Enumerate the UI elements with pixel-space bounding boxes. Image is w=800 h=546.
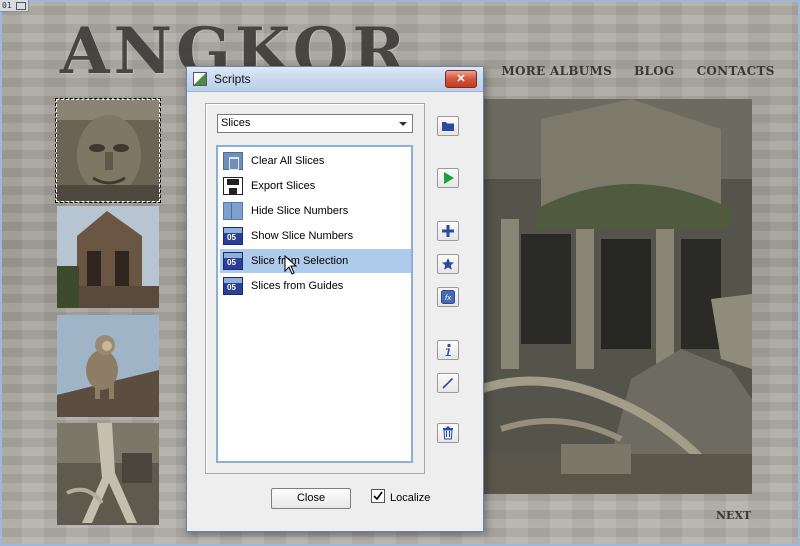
next-link[interactable]: NEXT — [716, 509, 751, 522]
list-item-show-slice-numbers[interactable]: 05 Show Slice Numbers — [220, 224, 411, 248]
list-item-label: Hide Slice Numbers — [251, 205, 349, 217]
main-photo-ruins — [481, 99, 752, 494]
site-navigation: E MORE ALBUMS BLOG CONTACTS — [470, 64, 775, 78]
window-close-button[interactable]: ✕ — [445, 70, 477, 88]
list-item-label: Show Slice Numbers — [251, 230, 354, 242]
localize-label: Localize — [390, 492, 431, 504]
temple-ruin-image — [57, 206, 159, 308]
folder-icon — [442, 122, 454, 131]
dialog-title: Scripts — [214, 72, 251, 86]
slice-number-icon: 05 — [223, 252, 243, 270]
delete-script-button[interactable] — [437, 423, 459, 443]
list-item-slice-from-selection[interactable]: 05 Slice from Selection — [220, 249, 411, 275]
ruins-main-image — [481, 99, 752, 494]
play-icon — [444, 172, 454, 184]
slice-number-tag: 01 — [0, 0, 29, 12]
scripts-list[interactable]: Clear All Slices Export Slices Hide Slic… — [216, 145, 413, 463]
scripts-dialog: Scripts ✕ Slices Clear All Slices Export… — [186, 66, 484, 532]
fx-button[interactable]: fx — [437, 287, 459, 307]
mouse-cursor-icon — [284, 255, 298, 275]
svg-text:fx: fx — [445, 294, 452, 302]
nav-item-more-albums[interactable]: MORE ALBUMS — [501, 64, 612, 78]
dropdown-selected-value: Slices — [221, 117, 251, 129]
face-tower-image — [57, 100, 159, 201]
star-icon — [442, 258, 454, 270]
list-item-hide-slice-numbers[interactable]: Hide Slice Numbers — [220, 199, 411, 223]
add-script-button[interactable] — [437, 221, 459, 241]
thumbnail-tree-roots[interactable] — [57, 423, 159, 525]
open-folder-button[interactable] — [437, 116, 459, 136]
dialog-titlebar[interactable]: Scripts ✕ — [187, 67, 483, 92]
list-item-label: Slices from Guides — [251, 280, 344, 292]
monkey-image — [57, 315, 159, 417]
app-icon — [193, 72, 207, 86]
info-icon — [445, 343, 451, 356]
trash-icon — [443, 426, 453, 440]
list-item-label: Export Slices — [251, 180, 316, 192]
slice-number-icon: 05 — [223, 227, 243, 245]
list-item-export-slices[interactable]: Export Slices — [220, 174, 411, 198]
list-item-slices-from-guides[interactable]: 05 Slices from Guides — [220, 274, 411, 298]
plus-icon — [442, 225, 454, 237]
hide-slice-numbers-icon — [223, 202, 243, 220]
list-item-clear-all-slices[interactable]: Clear All Slices — [220, 149, 411, 173]
chevron-down-icon — [399, 122, 407, 126]
thumbnail-temple-ruin[interactable] — [57, 206, 159, 308]
favorite-button[interactable] — [437, 254, 459, 274]
nav-item-blog[interactable]: BLOG — [634, 64, 674, 78]
nav-item-contacts[interactable]: CONTACTS — [697, 64, 775, 78]
close-button[interactable]: Close — [271, 488, 351, 509]
floppy-disk-icon — [223, 177, 243, 195]
list-item-label: Slice from Selection — [251, 255, 349, 267]
edit-script-button[interactable] — [437, 373, 459, 393]
thumbnail-face-tower[interactable] — [55, 98, 161, 203]
fx-icon: fx — [441, 290, 455, 304]
slice-icon — [15, 1, 26, 10]
script-category-dropdown[interactable]: Slices — [217, 114, 413, 133]
run-script-button[interactable] — [437, 168, 459, 188]
checkmark-icon — [373, 491, 383, 501]
script-info-button[interactable] — [437, 340, 459, 360]
scripts-panel: Slices Clear All Slices Export Slices Hi… — [205, 103, 425, 474]
list-item-label: Clear All Slices — [251, 155, 325, 167]
tree-roots-image — [57, 423, 159, 525]
slice-number: 01 — [2, 1, 12, 10]
trash-icon — [223, 152, 243, 170]
slice-number-icon: 05 — [223, 277, 243, 295]
localize-checkbox[interactable] — [371, 489, 385, 503]
thumbnail-monkey[interactable] — [57, 315, 159, 417]
pencil-icon — [442, 377, 454, 389]
